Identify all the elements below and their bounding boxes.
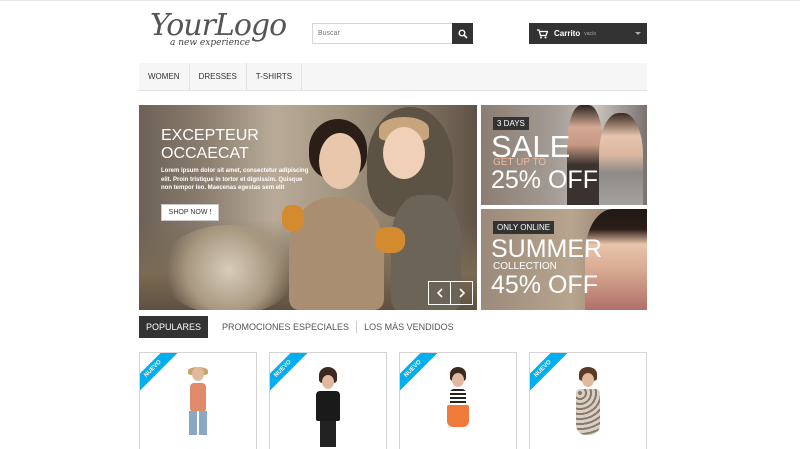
tab-populares[interactable]: POPULARES [139, 316, 209, 338]
banner-tag: ONLY ONLINE [493, 221, 555, 234]
banner-image-model-woman [599, 113, 643, 205]
search-bar [312, 23, 473, 44]
site-logo[interactable]: YourLogo a new experience [150, 10, 287, 50]
slider-prev-button[interactable] [429, 282, 450, 304]
shop-now-button[interactable]: SHOP NOW ! [161, 204, 219, 221]
chevron-left-icon [436, 288, 443, 298]
product-image [316, 367, 340, 447]
product-image [447, 367, 469, 427]
search-icon [458, 29, 468, 39]
new-badge: NUEVO [140, 353, 182, 398]
slide-image-mitten [282, 205, 304, 231]
chevron-right-icon [459, 288, 465, 298]
tab-mas-vendidos[interactable]: LOS MÁS VENDIDOS [357, 316, 461, 338]
cart-status: vacío [584, 30, 597, 37]
product-card[interactable]: NUEVO [529, 352, 647, 449]
menu-item-dresses[interactable]: DRESSES [190, 63, 247, 90]
top-divider [0, 0, 800, 1]
product-card[interactable]: NUEVO [139, 352, 257, 449]
main-menu: WOMEN DRESSES T-SHIRTS [139, 63, 647, 91]
product-card[interactable]: NUEVO [269, 352, 387, 449]
cart-icon [537, 28, 548, 38]
slide-image-mitten [375, 227, 405, 253]
new-badge: NUEVO [400, 353, 442, 398]
new-badge: NUEVO [530, 353, 572, 398]
promo-banner-sale[interactable]: 3 DAYS SALE GET UP TO 25% OFF [481, 105, 647, 205]
slide-title: EXCEPTEUR OCCAECAT [161, 127, 259, 162]
slide-image-model-right-face [383, 127, 425, 179]
slider-controls [428, 281, 473, 305]
product-image [188, 367, 208, 435]
menu-item-tshirts[interactable]: T-SHIRTS [247, 63, 303, 90]
search-button[interactable] [452, 23, 473, 44]
tab-promociones[interactable]: PROMOCIONES ESPECIALES [215, 316, 356, 338]
chevron-down-icon [635, 32, 641, 35]
slide-description: Lorem ipsum dolor sit amet, consectetur … [161, 168, 309, 191]
search-input[interactable] [312, 23, 452, 44]
banner-discount: 25% OFF [491, 166, 598, 194]
banner-headline: SUMMER [491, 235, 603, 263]
cart-label: Carrito [554, 29, 581, 38]
banner-discount: 45% OFF [491, 271, 598, 299]
cart-button[interactable]: Carrito vacío [529, 23, 647, 44]
slider-next-button[interactable] [450, 282, 472, 304]
product-image [576, 367, 600, 435]
homepage-slider[interactable]: EXCEPTEUR OCCAECAT Lorem ipsum dolor sit… [139, 105, 477, 310]
new-badge: NUEVO [270, 353, 312, 398]
menu-item-women[interactable]: WOMEN [139, 63, 190, 90]
logo-tagline: a new experience [170, 38, 251, 48]
slide-image-model-left-face [319, 133, 361, 189]
product-tabs: POPULARES PROMOCIONES ESPECIALES LOS MÁS… [139, 316, 647, 338]
product-card[interactable]: NUEVO [399, 352, 517, 449]
promo-banner-summer[interactable]: ONLY ONLINE SUMMER COLLECTION 45% OFF [481, 209, 647, 310]
slide-image-bush [159, 225, 299, 310]
